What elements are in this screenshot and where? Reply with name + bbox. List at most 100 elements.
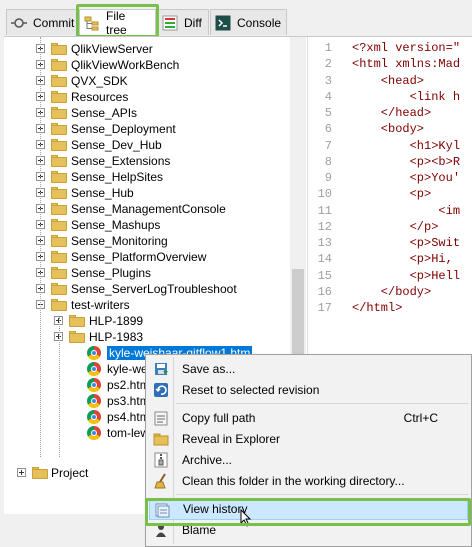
menu-item-label: Save as... xyxy=(182,362,236,376)
folder-icon xyxy=(51,267,67,279)
tree-item-folder[interactable]: Sense_Dev_Hub xyxy=(4,137,306,153)
tree-item-folder[interactable]: QlikViewServer xyxy=(4,41,306,57)
tree-item-folder[interactable]: Sense_ServerLogTroubleshoot xyxy=(4,281,306,297)
folder-icon xyxy=(153,431,169,447)
menu-item-blame[interactable]: Blame xyxy=(149,519,468,541)
tab-commit-label: Commit xyxy=(33,15,75,30)
line-number: 4 xyxy=(324,89,332,104)
folder-icon xyxy=(51,155,67,167)
context-menu: Save as... Reset to selected revision Copy… xyxy=(145,354,472,547)
menu-item-copy-full-path[interactable]: Copy full path Ctrl+C xyxy=(149,407,468,429)
code-line: </html> xyxy=(352,301,403,315)
tree-item-folder[interactable]: Sense_ManagementConsole xyxy=(4,201,306,217)
line-number: 10 xyxy=(317,187,332,202)
folder-icon xyxy=(51,43,67,55)
menu-item-label: Blame xyxy=(182,523,217,537)
line-number: 6 xyxy=(324,122,332,137)
code-line: <p> xyxy=(352,187,432,202)
tree-item-label: QlikViewWorkBench xyxy=(71,58,180,72)
clean-icon xyxy=(153,473,169,489)
tree-item-label: Sense_Hub xyxy=(71,186,134,200)
chrome-file-icon xyxy=(87,394,101,408)
folder-icon xyxy=(51,203,67,215)
tab-diff[interactable]: Diff xyxy=(157,9,209,35)
tree-item-label: test-writers xyxy=(71,298,130,312)
history-icon xyxy=(154,502,170,518)
line-number: 9 xyxy=(324,171,332,185)
code-line: <p>Swit xyxy=(352,236,461,250)
tab-commit[interactable]: Commit xyxy=(6,9,78,35)
tree-item-label: Sense_Plugins xyxy=(71,266,152,280)
folder-icon xyxy=(51,299,67,311)
menu-separator xyxy=(176,494,468,495)
code-line: <h1>Kyl xyxy=(352,138,461,153)
tree-item-folder[interactable]: Resources xyxy=(4,89,306,105)
copy-icon xyxy=(153,410,169,426)
menu-item-save-as[interactable]: Save as... xyxy=(149,358,468,380)
code-line: <p>You' xyxy=(352,171,461,185)
tree-item-folder[interactable]: Sense_Extensions xyxy=(4,153,306,169)
menu-item-view-history[interactable]: View history xyxy=(149,498,468,520)
chrome-file-icon xyxy=(87,378,101,392)
chrome-file-icon xyxy=(87,426,101,440)
tree-item-folder[interactable]: Sense_Mashups xyxy=(4,217,306,233)
tree-item-label: ps2.htm xyxy=(107,378,150,392)
tree-item-label: Sense_APIs xyxy=(71,106,138,120)
archive-icon xyxy=(153,452,169,468)
tree-item-folder[interactable]: Sense_Monitoring xyxy=(4,233,306,249)
tree-item-folder[interactable]: Sense_Plugins xyxy=(4,265,306,281)
code-line: <head> xyxy=(352,73,425,88)
tree-item-label: Sense_Dev_Hub xyxy=(71,138,162,152)
tree-item-label: Resources xyxy=(71,90,129,104)
code-line: <link h xyxy=(352,89,461,104)
menu-item-reset-to-selected-revision[interactable]: Reset to selected revision xyxy=(149,379,468,401)
tree-item-label: ps3.htm xyxy=(107,394,150,408)
menu-item-label: Copy full path xyxy=(182,411,256,425)
menu-item-archive[interactable]: Archive... xyxy=(149,449,468,471)
expand-icon[interactable] xyxy=(17,468,26,477)
tree-item-folder[interactable]: Sense_Deployment xyxy=(4,121,306,137)
folder-icon xyxy=(69,315,85,327)
reset-icon xyxy=(153,382,169,398)
menu-item-clean-this-folder-in-the-working-directory[interactable]: Clean this folder in the working directo… xyxy=(149,470,468,492)
tree-item-label: Sense_HelpSites xyxy=(71,170,164,184)
line-number: 1 xyxy=(324,41,332,55)
tree-item-folder[interactable]: HLP-1983 xyxy=(4,329,306,345)
mouse-cursor-icon xyxy=(240,508,252,530)
folder-icon xyxy=(51,139,67,151)
folder-icon xyxy=(51,187,67,199)
tree-item-folder[interactable]: test-writers xyxy=(4,297,306,313)
tab-console-label: Console xyxy=(237,15,282,30)
code-line: </p> xyxy=(352,219,439,234)
folder-icon xyxy=(51,107,67,119)
line-number: 5 xyxy=(324,106,332,120)
line-number: 11 xyxy=(317,203,332,218)
tree-item-folder[interactable]: Sense_Hub xyxy=(4,185,306,201)
code-line: <p><b>R xyxy=(352,154,461,169)
tree-item-folder[interactable]: Sense_PlatformOverview xyxy=(4,249,306,265)
menu-item-reveal-in-explorer[interactable]: Reveal in Explorer xyxy=(149,428,468,450)
folder-icon xyxy=(51,219,67,231)
tree-item-folder[interactable]: Sense_HelpSites xyxy=(4,169,306,185)
folder-icon xyxy=(51,75,67,87)
blame-icon xyxy=(153,522,169,538)
tab-console[interactable]: Console xyxy=(210,9,287,35)
tree-item-label: Sense_ServerLogTroubleshoot xyxy=(71,282,237,296)
menu-item-label: Reveal in Explorer xyxy=(182,432,281,446)
tree-guide-line xyxy=(40,37,41,457)
tree-item-folder[interactable]: HLP-1899 xyxy=(4,313,306,329)
tab-diff-label: Diff xyxy=(184,15,202,30)
tree-item-folder[interactable]: QlikViewWorkBench xyxy=(4,57,306,73)
code-line: <?xml version=" xyxy=(352,41,461,55)
tab-file-tree[interactable]: File tree xyxy=(79,9,156,37)
line-number: 12 xyxy=(317,219,332,234)
tree-item-folder[interactable]: QVX_SDK xyxy=(4,73,306,89)
folder-icon xyxy=(51,251,67,263)
commit-icon xyxy=(11,15,27,31)
save-as-icon xyxy=(153,361,169,377)
tree-item-label: ps4.htm xyxy=(107,410,150,424)
tree-guide-line xyxy=(59,317,60,457)
toolbar-tabs: Commit File tree Diff Console xyxy=(0,0,472,37)
tree-item-folder[interactable]: Sense_APIs xyxy=(4,105,306,121)
code-line: </head> xyxy=(352,106,432,120)
